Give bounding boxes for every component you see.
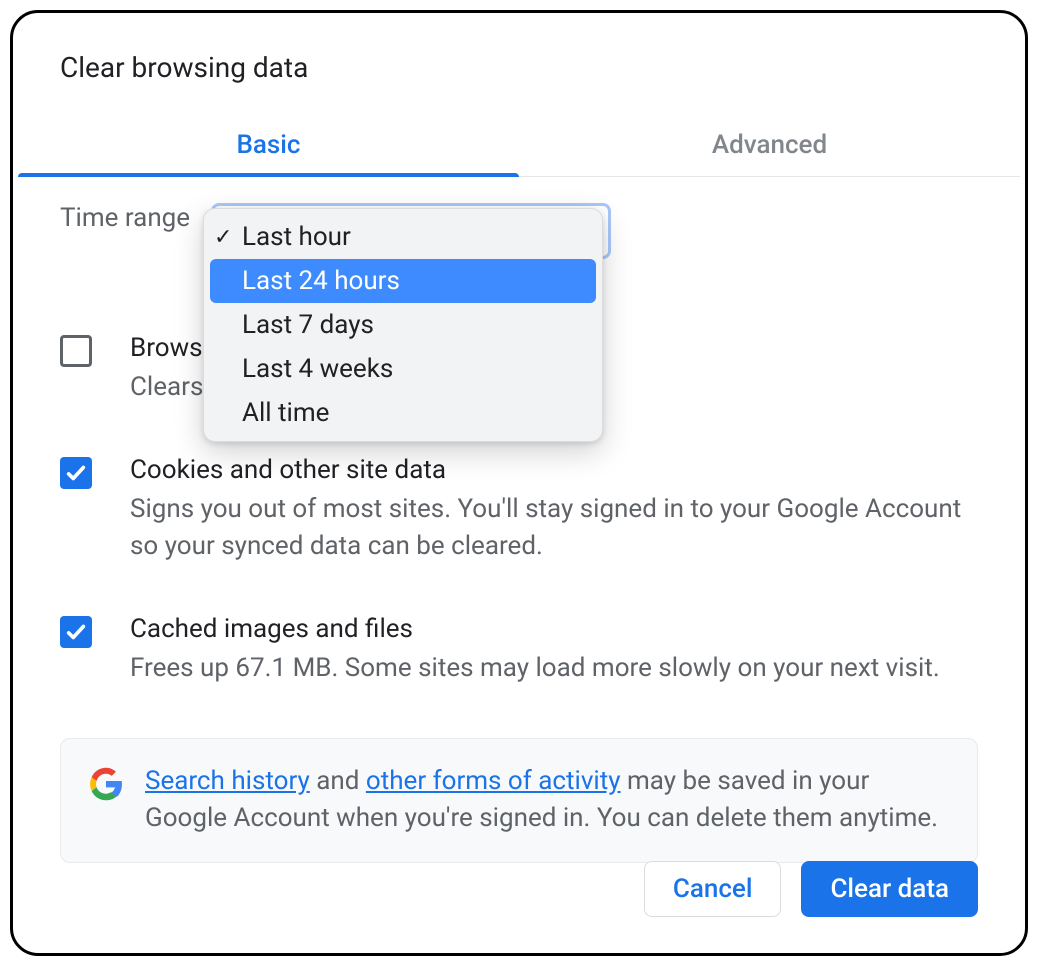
- option-title: Cookies and other site data: [130, 455, 978, 485]
- option-desc: Signs you out of most sites. You'll stay…: [130, 491, 978, 566]
- option-cache: Cached images and files Frees up 67.1 MB…: [60, 614, 978, 688]
- tab-basic[interactable]: Basic: [18, 113, 519, 176]
- dialog-title: Clear browsing data: [60, 51, 308, 84]
- time-range-dropdown: ✓ Last hour Last 24 hours Last 7 days La…: [203, 208, 603, 442]
- clear-browsing-data-dialog: Clear browsing data Basic Advanced Time …: [10, 10, 1028, 956]
- clear-data-button[interactable]: Clear data: [801, 861, 978, 917]
- dropdown-option-last-4-weeks[interactable]: Last 4 weeks: [204, 347, 602, 391]
- dropdown-option-last-7-days[interactable]: Last 7 days: [204, 303, 602, 347]
- option-desc: Frees up 67.1 MB. Some sites may load mo…: [130, 650, 978, 688]
- checkbox-cookies[interactable]: [60, 457, 92, 489]
- dropdown-option-all-time[interactable]: All time: [204, 391, 602, 435]
- option-cookies: Cookies and other site data Signs you ou…: [60, 455, 978, 566]
- dropdown-option-last-hour[interactable]: ✓ Last hour: [204, 215, 602, 259]
- checkmark-icon: ✓: [214, 225, 232, 250]
- info-text: Search history and other forms of activi…: [145, 763, 949, 838]
- cancel-button[interactable]: Cancel: [644, 861, 782, 917]
- dropdown-option-last-24-hours[interactable]: Last 24 hours: [210, 259, 596, 303]
- checkmark-icon: [65, 462, 87, 484]
- link-search-history[interactable]: Search history: [145, 766, 310, 796]
- option-title: Cached images and files: [130, 614, 978, 644]
- google-logo-icon: [89, 767, 123, 805]
- time-range-label: Time range: [60, 203, 190, 233]
- checkbox-cache[interactable]: [60, 616, 92, 648]
- checkmark-icon: [65, 621, 87, 643]
- checkbox-browsing-history[interactable]: [60, 335, 92, 367]
- tab-advanced[interactable]: Advanced: [519, 113, 1020, 176]
- tab-bar: Basic Advanced: [18, 113, 1020, 177]
- google-account-info: Search history and other forms of activi…: [60, 738, 978, 863]
- link-other-activity[interactable]: other forms of activity: [366, 766, 621, 796]
- dialog-footer: Cancel Clear data: [644, 861, 978, 917]
